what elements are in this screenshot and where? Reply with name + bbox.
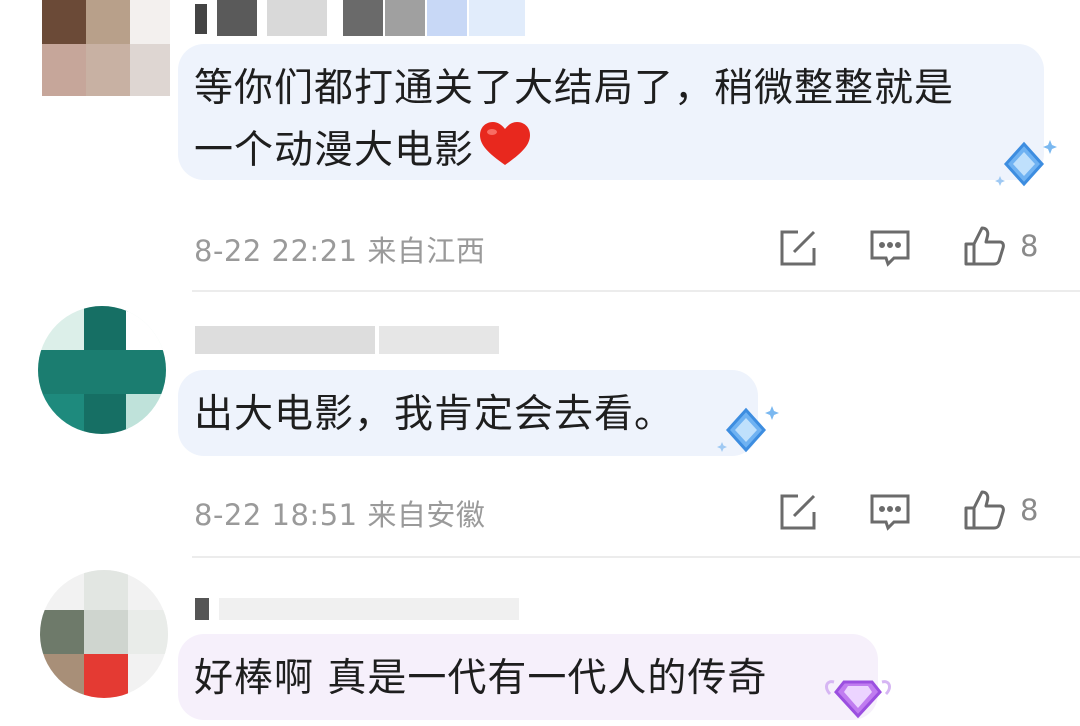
- avatar[interactable]: [42, 0, 170, 96]
- username-obscured[interactable]: [195, 326, 535, 356]
- comment-text: 出大电影，我肯定会去看。: [194, 392, 675, 437]
- comment-location: 来自江西: [367, 234, 486, 268]
- red-heart-icon: [478, 121, 532, 171]
- comment-timestamp: 8-22 22:21 来自江西: [194, 228, 485, 270]
- comment-icon[interactable]: [868, 226, 912, 270]
- blue-diamond-badge: [990, 136, 1060, 196]
- like-count: 8: [1020, 493, 1039, 527]
- comment-bubble: 出大电影，我肯定会去看。: [178, 370, 758, 456]
- like-count: 8: [1020, 229, 1039, 263]
- purple-gem-badge: [822, 664, 894, 726]
- edit-icon[interactable]: [776, 490, 820, 534]
- comment-time: 8-22 18:51: [194, 498, 358, 532]
- blue-diamond-badge: [712, 402, 782, 462]
- thumbs-up-icon[interactable]: [962, 488, 1006, 532]
- comment-text: 等你们都打通关了大结局了，稍微整整就是 一个动漫大电影: [194, 66, 955, 173]
- thumbs-up-icon[interactable]: [962, 224, 1006, 268]
- comment-item: 好棒啊 真是一代有一代人的传奇: [0, 558, 1080, 720]
- comment-icon[interactable]: [868, 490, 912, 534]
- edit-icon[interactable]: [776, 226, 820, 270]
- avatar[interactable]: [40, 570, 168, 698]
- comment-text: 好棒啊 真是一代有一代人的传奇: [194, 656, 768, 701]
- comment-time: 8-22 22:21: [194, 234, 358, 268]
- avatar[interactable]: [38, 306, 166, 434]
- comment-bubble: 等你们都打通关了大结局了，稍微整整就是 一个动漫大电影: [178, 44, 1044, 180]
- comment-item: 出大电影，我肯定会去看。 8-22 18:51 来自安徽 8: [0, 292, 1080, 558]
- comment-timestamp: 8-22 18:51 来自安徽: [194, 492, 485, 534]
- comment-location: 来自安徽: [367, 498, 486, 532]
- username-obscured[interactable]: [195, 598, 535, 622]
- comment-bubble: 好棒啊 真是一代有一代人的传奇: [178, 634, 878, 720]
- comment-item: 等你们都打通关了大结局了，稍微整整就是 一个动漫大电影 8-22 22:21 来…: [0, 0, 1080, 292]
- username-obscured[interactable]: [195, 0, 535, 36]
